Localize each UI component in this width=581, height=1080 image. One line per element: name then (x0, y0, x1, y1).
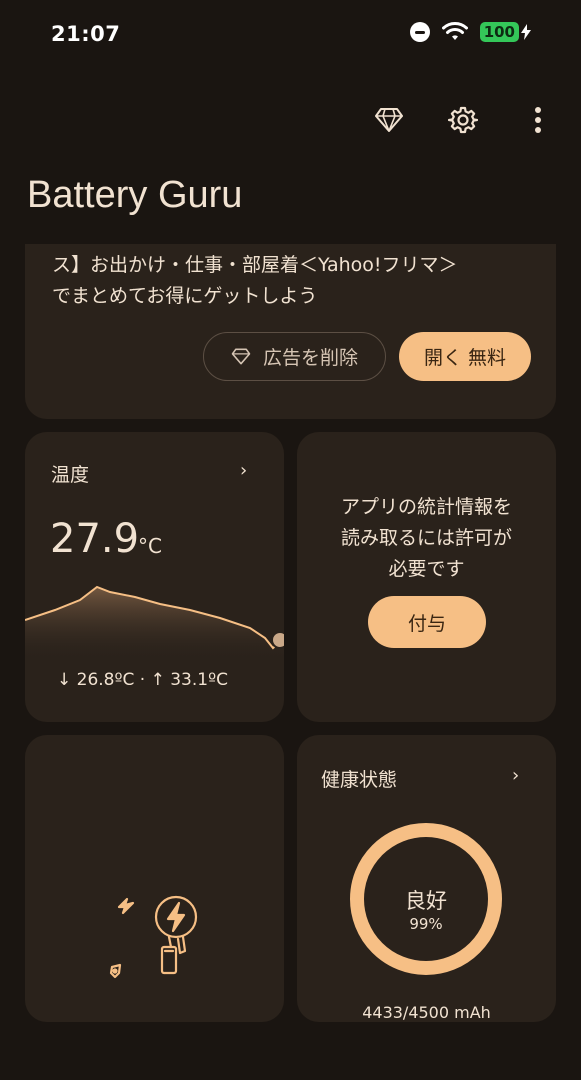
charging-illustration-icon (109, 895, 198, 979)
health-percent: 99% (409, 915, 443, 933)
chevron-right-icon: › (240, 460, 248, 481)
charging-illustration-card[interactable] (25, 735, 284, 1022)
settings-gear-icon[interactable] (445, 102, 481, 138)
temperature-value: 27.9 (50, 516, 140, 562)
ad-card[interactable]: ス】お出かけ・仕事・部屋着＜Yahoo!フリマ＞ でまとめてお得にゲットしよう … (25, 244, 556, 419)
app-title: Battery Guru (27, 174, 243, 216)
status-time: 21:07 (51, 22, 121, 46)
temperature-label: 温度 (51, 464, 90, 486)
permission-line: 読み取るには許可が (340, 527, 512, 549)
health-status: 良好 (405, 889, 447, 913)
chevron-right-icon: › (512, 765, 520, 786)
health-label: 健康状態 (321, 769, 398, 791)
battery-charging-icon: 100 (479, 22, 531, 42)
battery-level: 100 (479, 22, 519, 42)
diamond-icon (231, 348, 251, 365)
open-ad-button[interactable]: 開く 無料 (399, 332, 531, 381)
ad-text-line: ス】お出かけ・仕事・部屋着＜Yahoo!フリマ＞ (52, 254, 458, 276)
grant-permission-button[interactable]: 付与 (368, 596, 486, 648)
temperature-current-dot (271, 631, 284, 649)
status-icons: 100 (409, 22, 531, 42)
health-ring: 良好 99% (350, 823, 502, 975)
temperature-min-max: ↓ 26.8ºC · ↑ 33.1ºC (57, 670, 228, 690)
charging-bolt-icon (521, 24, 531, 40)
ad-text: ス】お出かけ・仕事・部屋着＜Yahoo!フリマ＞ でまとめてお得にゲットしよう (52, 250, 542, 312)
temperature-chart (25, 585, 284, 662)
ad-text-line: でまとめてお得にゲットしよう (52, 285, 318, 307)
remove-ads-label: 広告を削除 (262, 347, 358, 369)
more-vert-icon[interactable] (520, 102, 556, 138)
temperature-card[interactable]: 温度 › 27.9 °C ↓ 26.8ºC · ↑ 33.1ºC (25, 432, 284, 722)
wifi-icon (441, 22, 468, 40)
remove-ads-button[interactable]: 広告を削除 (203, 332, 386, 381)
temperature-area (25, 587, 284, 662)
do-not-disturb-icon (409, 22, 430, 42)
permission-line: 必要です (388, 558, 465, 580)
premium-diamond-icon[interactable] (371, 102, 407, 138)
battery-guru-screen: 21:07 100 Battery Guru ス】お出かけ・仕事・部屋着＜Yah… (0, 0, 581, 1080)
permission-card: アプリの統計情報を 読み取るには許可が 必要です 付与 (297, 432, 556, 722)
temperature-unit: °C (138, 534, 162, 558)
permission-line: アプリの統計情報を (340, 496, 512, 518)
permission-text: アプリの統計情報を 読み取るには許可が 必要です (297, 492, 556, 585)
health-capacity: 4433/4500 mAh (362, 1003, 491, 1022)
battery-health-card[interactable]: 健康状態 › 良好 99% 4433/4500 mAh (297, 735, 556, 1022)
